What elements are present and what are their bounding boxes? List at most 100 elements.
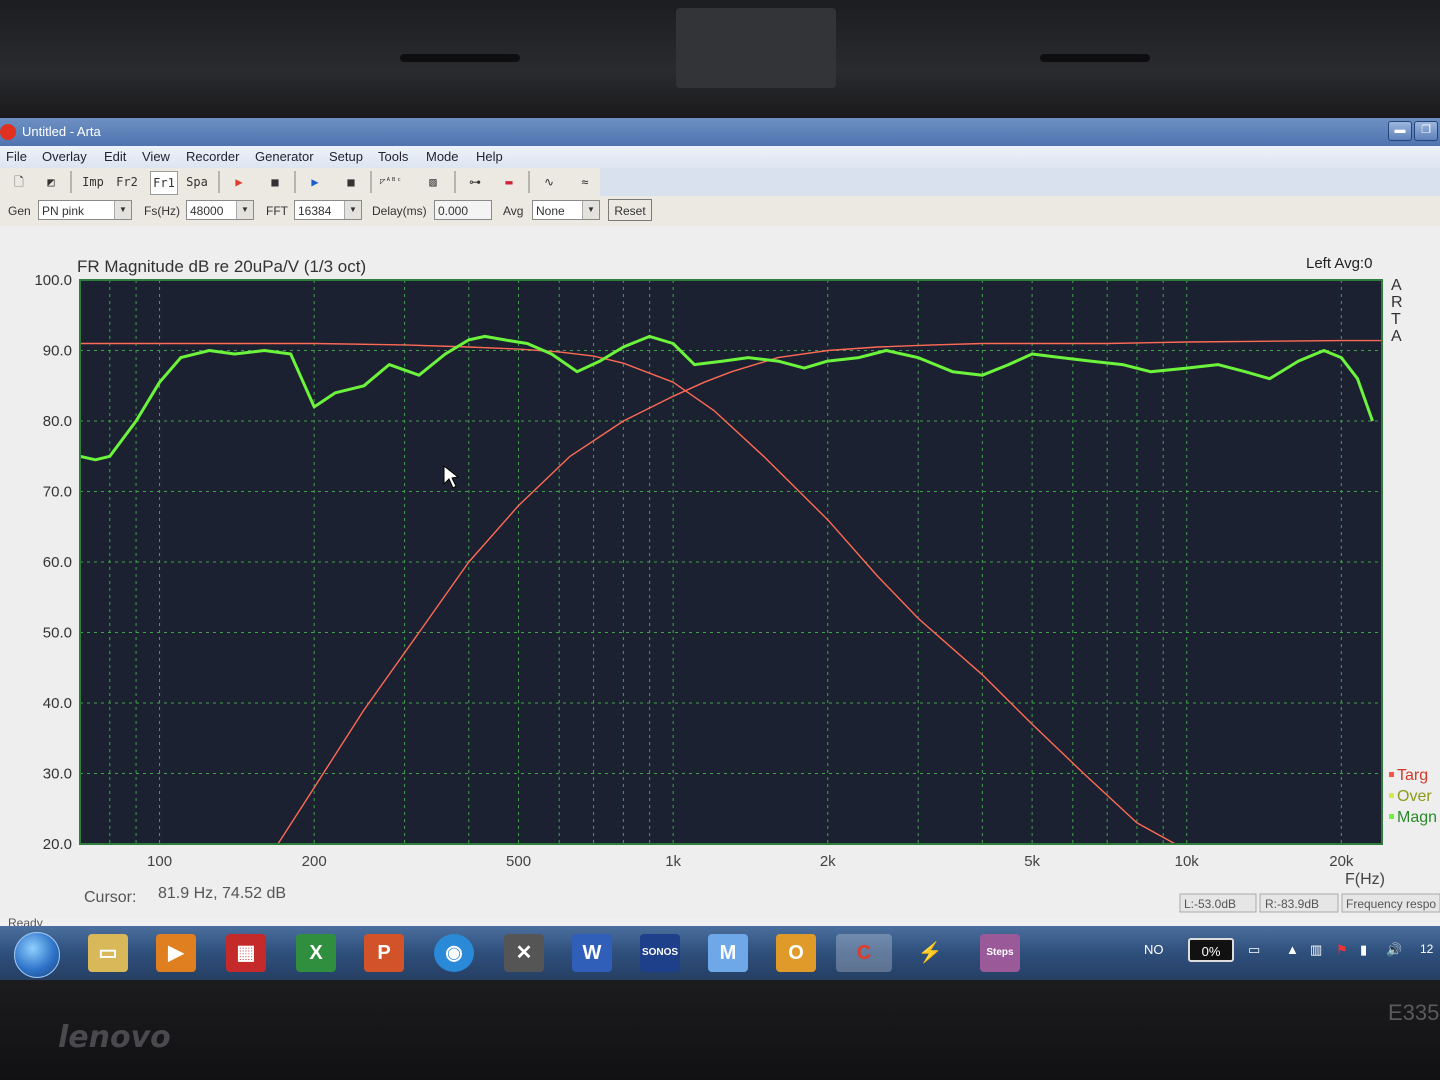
generator-select[interactable]: PN pink ▼ (38, 200, 132, 220)
excel-icon[interactable]: X (296, 934, 336, 972)
delay-input[interactable]: 0.000 (434, 200, 492, 220)
y-tick-label: 70.0 (43, 484, 72, 501)
tray-expand-icon[interactable]: ▲ (1286, 942, 1299, 957)
sonos-icon[interactable]: SONOS (640, 934, 680, 972)
edit-icon[interactable]: ◩ (38, 171, 64, 193)
chart-title: FR Magnitude dB re 20uPa/V (1/3 oct) (77, 257, 366, 276)
stop-playback-icon[interactable]: ■ (338, 171, 364, 193)
lightning-app-icon[interactable]: ⚡ (910, 934, 950, 972)
right-level-readout: R:-83.9dB (1265, 897, 1319, 911)
chevron-down-icon[interactable]: ▼ (114, 201, 131, 219)
menu-setup[interactable]: Setup (329, 149, 363, 164)
menu-recorder[interactable]: Recorder (186, 149, 239, 164)
chart-legend: Targ Over Magn (1389, 767, 1437, 826)
spa-mode-button[interactable]: Spa (184, 171, 210, 193)
tray-clock[interactable]: 12 (1420, 942, 1433, 956)
minimize-button[interactable]: ▬ (1388, 121, 1412, 141)
power-icon[interactable]: ▮ (1360, 942, 1367, 958)
toolbar-separator (70, 171, 72, 193)
laptop-bezel-top (0, 0, 1440, 118)
title-bar: Untitled - Arta ▬ ❐ (0, 118, 1440, 146)
fft-label: FFT (266, 204, 288, 218)
y-tick-label: 80.0 (43, 413, 72, 430)
fs-label: Fs(Hz) (144, 204, 180, 218)
chevron-down-icon[interactable]: ▼ (236, 201, 253, 219)
menu-generator[interactable]: Generator (255, 149, 314, 164)
maximize-button[interactable]: ❐ (1414, 121, 1438, 141)
average-select[interactable]: None ▼ (532, 200, 600, 220)
toolbar-separator (294, 171, 296, 193)
m-app-icon[interactable]: M (708, 934, 748, 972)
windows-taskbar: ▭ ▶ ▦ X P ◉ ✕ W SONOS M O C ⚡ Steps NO 0… (0, 926, 1440, 980)
x-axis-label: F(Hz) (1345, 871, 1385, 888)
fft-size-value: 16384 (298, 204, 332, 218)
outlook-icon[interactable]: O (776, 934, 816, 972)
menu-help[interactable]: Help (476, 149, 503, 164)
abc-icon[interactable]: ◸ᴬᴮᶜ (378, 171, 404, 193)
waveform-icon[interactable]: ∿ (536, 171, 562, 193)
powerpoint-icon[interactable]: P (364, 934, 404, 972)
play-icon[interactable]: ▶ (302, 171, 328, 193)
steps-app-icon[interactable]: Steps (980, 934, 1020, 972)
xa-tool-icon[interactable]: ✕ (504, 934, 544, 972)
stop-icon[interactable]: ■ (262, 171, 288, 193)
delay-label: Delay(ms) (372, 204, 427, 218)
tray-language[interactable]: NO (1144, 942, 1164, 957)
record-icon[interactable]: ▶ (226, 171, 252, 193)
tray-percent[interactable]: 0% (1188, 938, 1234, 962)
media-player-icon[interactable]: ▶ (156, 934, 196, 972)
delay-value: 0.000 (438, 204, 469, 218)
bezel-slot (400, 54, 520, 62)
media-center-icon[interactable]: ◉ (434, 934, 474, 972)
cursor-value: 81.9 Hz, 74.52 dB (158, 885, 286, 902)
legend-swatch (1389, 772, 1394, 777)
calibration-icon[interactable]: ▬ (496, 171, 522, 193)
avg-label: Avg (503, 204, 524, 218)
menu-mode[interactable]: Mode (426, 149, 459, 164)
fr2-mode-button[interactable]: Fr2 (114, 171, 140, 193)
flag-icon[interactable]: ⚑ (1336, 942, 1348, 958)
network-icon[interactable]: ▥ (1310, 942, 1322, 958)
cursor-label: Cursor: (84, 889, 136, 906)
menu-file[interactable]: File (6, 149, 27, 164)
plot-area: 100.0 90.0 80.0 70.0 60.0 50.0 40.0 30.0 20.0 10… (0, 226, 1440, 918)
toolbar-filler (600, 168, 1440, 196)
overlay-off-icon[interactable]: ▨ (420, 171, 446, 193)
reset-button[interactable]: Reset (608, 199, 652, 221)
menu-tools[interactable]: Tools (378, 149, 408, 164)
sample-rate-value: 48000 (190, 204, 224, 218)
scope-icon[interactable]: ≈ (572, 171, 598, 193)
open-file-icon[interactable]: 🗋 (6, 171, 32, 193)
legend-swatch (1389, 793, 1394, 798)
x-tick-label: 200 (302, 853, 327, 870)
x-tick-labels: 100 200 500 1k 2k 5k 10k 20k (147, 853, 1354, 870)
chevron-down-icon[interactable]: ▼ (344, 201, 361, 219)
word-icon[interactable]: W (572, 934, 612, 972)
toolbar-separator (454, 171, 456, 193)
frequency-response-chart[interactable]: 100.0 90.0 80.0 70.0 60.0 50.0 40.0 30.0 20.0 10… (0, 226, 1440, 918)
x-tick-label: 1k (665, 853, 681, 870)
menu-overlay[interactable]: Overlay (42, 149, 87, 164)
arta-app-icon (0, 124, 16, 140)
x-tick-label: 5k (1024, 853, 1040, 870)
arta-taskbar-icon[interactable]: C (836, 934, 892, 972)
explorer-icon[interactable]: ▭ (88, 934, 128, 972)
menu-view[interactable]: View (142, 149, 170, 164)
chevron-down-icon[interactable]: ▼ (582, 201, 599, 219)
gen-label: Gen (8, 204, 31, 218)
webcam-housing (676, 8, 836, 88)
fft-size-select[interactable]: 16384 ▼ (294, 200, 362, 220)
legend-label: Over (1397, 788, 1432, 805)
toolbar: 🗋 ◩ Imp Fr2 Fr1 Spa ▶ ■ ▶ ■ ◸ᴬᴮᶜ ▨ ⊶ ▬ ∿… (0, 168, 600, 196)
y-tick-label: 50.0 (43, 625, 72, 642)
impulse-mode-button[interactable]: Imp (80, 171, 106, 193)
sample-rate-select[interactable]: 48000 ▼ (186, 200, 254, 220)
volume-icon[interactable]: 🔊 (1386, 942, 1402, 958)
start-button-icon[interactable] (14, 932, 60, 978)
x-tick-label: 20k (1329, 853, 1354, 870)
battery-icon[interactable]: ▭ (1248, 942, 1260, 958)
fr1-mode-button[interactable]: Fr1 (150, 171, 178, 195)
probe-icon[interactable]: ⊶ (462, 171, 488, 193)
app-grid-icon[interactable]: ▦ (226, 934, 266, 972)
menu-edit[interactable]: Edit (104, 149, 126, 164)
